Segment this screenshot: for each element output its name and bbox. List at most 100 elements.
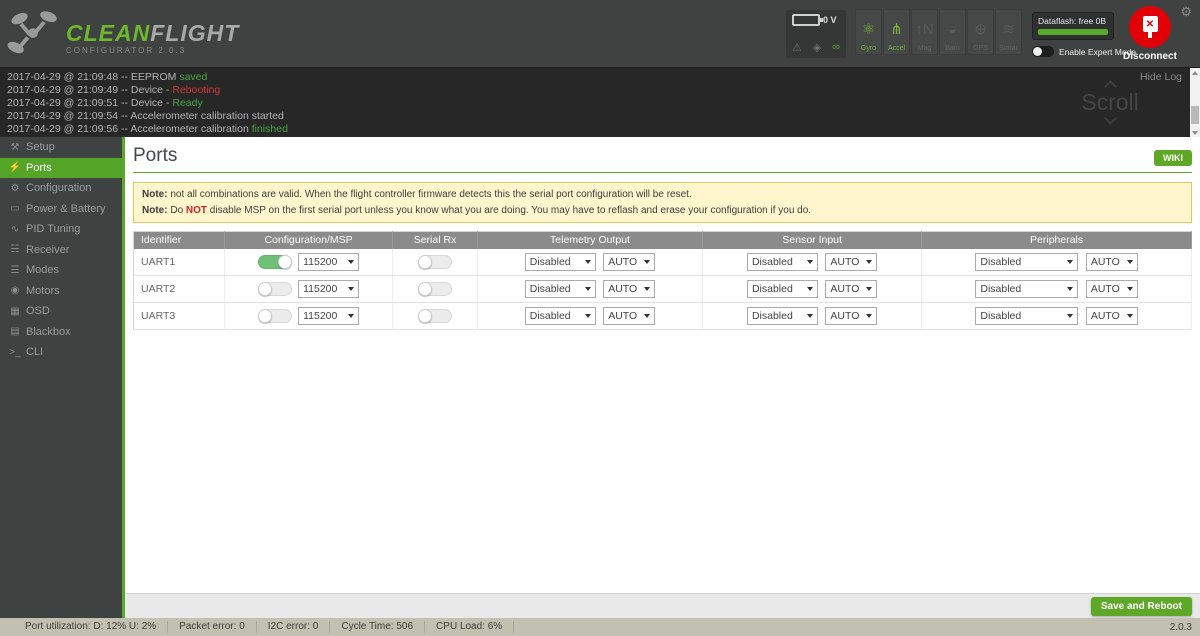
table-header-row: Identifier Configuration/MSP Serial Rx T… <box>133 231 1192 249</box>
save-and-reboot-button[interactable]: Save and Reboot <box>1090 596 1192 616</box>
sidebar-item-modes[interactable]: ☰ Modes <box>0 260 122 281</box>
log-panel: 2017-04-29 @ 21:09:48 -- EEPROM saved 20… <box>0 67 1200 137</box>
sidebar-item-blackbox[interactable]: ▤ Blackbox <box>0 322 122 343</box>
modes-icon: ☰ <box>10 264 20 276</box>
sidebar-item-ports[interactable]: ⚡ Ports <box>0 157 122 178</box>
msp-toggle[interactable] <box>258 254 293 269</box>
sensor-speed-select[interactable]: AUTO <box>825 279 878 298</box>
cycle-time: Cycle Time: 506 <box>330 621 426 633</box>
sidebar-item-cli[interactable]: >_ CLI <box>0 342 122 363</box>
telemetry-speed-select[interactable]: AUTO <box>603 252 656 271</box>
sensor-speed-select[interactable]: AUTO <box>825 306 878 325</box>
sensor-speed-select[interactable]: AUTO <box>825 252 878 271</box>
gear-icon: ⚙ <box>10 182 20 194</box>
peripherals-speed-select[interactable]: AUTO <box>1085 279 1138 298</box>
ports-table: Identifier Configuration/MSP Serial Rx T… <box>133 231 1192 330</box>
telemetry-select[interactable]: Disabled <box>524 279 596 298</box>
dropdown-arrow-icon <box>806 313 813 318</box>
app-title: CLEANFLIGHT <box>66 20 240 46</box>
msp-toggle[interactable] <box>258 309 293 323</box>
cleanflight-logo: CLEANFLIGHT CONFIGURATOR 2.0.3 <box>6 7 239 61</box>
sensor-select[interactable]: Disabled <box>746 279 818 298</box>
dropdown-arrow-icon <box>806 286 813 291</box>
osd-icon: ▦ <box>10 305 20 317</box>
sensor-gps: ⊕ GPS <box>967 9 994 55</box>
sidebar-item-receiver[interactable]: ☵ Receiver <box>0 240 122 261</box>
log-entry: 2017-04-29 @ 21:09:51 -- Device - Ready <box>7 97 203 109</box>
scroll-indicator: Scroll <box>1060 80 1160 125</box>
sensor-select[interactable]: Disabled <box>746 252 818 271</box>
telemetry-select[interactable]: Disabled <box>524 306 596 325</box>
msp-toggle[interactable] <box>258 282 293 296</box>
dropdown-arrow-icon <box>348 314 355 318</box>
serial-rx-toggle[interactable] <box>418 308 453 323</box>
scrollbar-thumb[interactable] <box>1191 106 1199 124</box>
baud-select[interactable]: 115200 <box>298 307 360 325</box>
battery-icon: ▭ <box>10 203 20 215</box>
dropdown-arrow-icon <box>644 313 651 318</box>
serial-rx-toggle[interactable] <box>418 281 453 296</box>
dropdown-arrow-icon <box>348 259 355 264</box>
sensor-select[interactable]: Disabled <box>746 306 818 325</box>
scrollbar-down-arrow[interactable] <box>1192 131 1198 135</box>
dropdown-arrow-icon <box>866 313 873 318</box>
cpu-load: CPU Load: 6% <box>425 621 515 633</box>
expert-mode-toggle[interactable] <box>1032 46 1054 57</box>
dropdown-arrow-icon <box>1067 313 1074 318</box>
port-identifier: UART1 <box>133 248 225 276</box>
sensor-baro: ◒ Baro <box>939 9 966 55</box>
sidebar-item-setup[interactable]: ⚒ Setup <box>0 137 122 158</box>
dropdown-arrow-icon <box>584 313 591 318</box>
sonar-icon: ≋ <box>1002 21 1015 38</box>
telemetry-speed-select[interactable]: AUTO <box>603 279 656 298</box>
baud-select[interactable]: 115200 <box>298 280 360 298</box>
table-row-uart3: UART3 115200 Disabled AUTO Disabled AUTO… <box>133 302 1192 330</box>
sensor-accel: ⋔ Accel <box>883 9 910 55</box>
wrench-icon: ⚒ <box>10 141 20 153</box>
serial-rx-toggle[interactable] <box>418 254 453 269</box>
baud-select[interactable]: 115200 <box>298 252 360 271</box>
sidebar-item-osd[interactable]: ▦ OSD <box>0 301 122 322</box>
dropdown-arrow-icon <box>644 259 651 264</box>
log-scrollbar[interactable] <box>1190 68 1200 137</box>
baro-icon: ◒ <box>947 21 958 38</box>
link-icon: ∞ <box>832 41 840 53</box>
log-entry: 2017-04-29 @ 21:09:54 -- Accelerometer c… <box>7 110 284 122</box>
peripherals-select[interactable]: Disabled <box>975 252 1079 271</box>
table-row-uart1: UART1 115200 Disabled AUTO Disabled AUTO… <box>133 248 1192 276</box>
log-lines: 2017-04-29 @ 21:09:48 -- EEPROM saved 20… <box>0 68 1200 136</box>
dropdown-arrow-icon <box>1126 313 1133 318</box>
usb-disconnect-icon: ✕ <box>1129 6 1171 48</box>
sidebar-nav: ⚒ Setup ⚡ Ports ⚙ Configuration ▭ Power & Ba… <box>0 137 125 618</box>
peripherals-speed-select[interactable]: AUTO <box>1085 306 1138 325</box>
sidebar-item-pid-tuning[interactable]: ∿ PID Tuning <box>0 219 122 240</box>
telemetry-speed-select[interactable]: AUTO <box>603 306 656 325</box>
peripherals-speed-select[interactable]: AUTO <box>1085 252 1138 271</box>
port-identifier: UART2 <box>133 275 225 303</box>
dropdown-arrow-icon <box>1067 286 1074 291</box>
quadcopter-logo-icon <box>7 10 57 53</box>
plug-icon: ⚡ <box>8 162 22 174</box>
packet-error: Packet error: 0 <box>168 621 257 633</box>
dataflash-label: Dataflash: free 0B <box>1038 16 1107 26</box>
dropdown-arrow-icon <box>806 259 813 264</box>
telemetry-select[interactable]: Disabled <box>524 252 596 271</box>
sensor-mag: ↑N Mag <box>911 9 938 55</box>
i2c-error: I2C error: 0 <box>257 621 331 633</box>
sidebar-item-motors[interactable]: ◉ Motors <box>0 281 122 302</box>
scrollbar-up-arrow[interactable] <box>1192 71 1198 75</box>
settings-gear-icon[interactable]: ⚙ <box>1180 4 1192 20</box>
disconnect-button[interactable]: ✕ Disconnect <box>1123 6 1177 62</box>
table-row-uart2: UART2 115200 Disabled AUTO Disabled AUTO… <box>133 275 1192 303</box>
status-bar: Port utilization: D: 12% U: 2% Packet er… <box>0 618 1200 636</box>
port-utilization: Port utilization: D: 12% U: 2% <box>0 621 169 633</box>
port-identifier: UART3 <box>133 302 225 330</box>
sidebar-item-configuration[interactable]: ⚙ Configuration <box>0 178 122 199</box>
peripherals-select[interactable]: Disabled <box>975 306 1079 325</box>
gyro-icon: ⚛ <box>861 21 876 38</box>
wiki-button[interactable]: WIKI <box>1154 150 1192 166</box>
app-version: 2.0.3 <box>1169 621 1192 633</box>
peripherals-select[interactable]: Disabled <box>975 279 1079 298</box>
dropdown-arrow-icon <box>348 287 355 291</box>
sidebar-item-power-battery[interactable]: ▭ Power & Battery <box>0 199 122 220</box>
